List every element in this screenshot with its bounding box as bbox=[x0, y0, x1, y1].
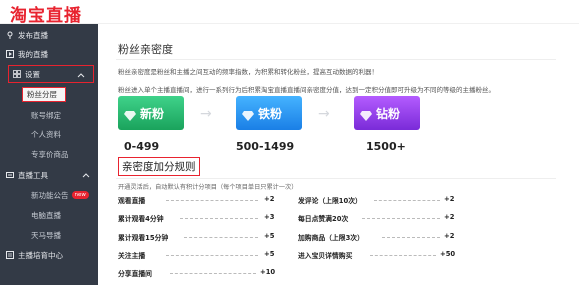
rule-points: +2 bbox=[264, 195, 275, 203]
page-title: 粉丝亲密度 bbox=[118, 43, 173, 56]
level-name: 新粉 bbox=[140, 106, 165, 121]
rule-points: +2 bbox=[444, 232, 455, 240]
dotted-leader bbox=[370, 255, 436, 256]
sidebar-item-label: 粉丝分层 bbox=[27, 90, 57, 99]
divider bbox=[116, 178, 556, 179]
level-card-diamond-fan: 钻粉 bbox=[354, 96, 420, 130]
rule-label: 加购商品（上限3次） bbox=[298, 234, 364, 242]
rule-row: 分享直播间 +10 bbox=[118, 268, 282, 278]
rule-label: 进入宝贝详情购买 bbox=[298, 252, 353, 260]
sidebar-item-pc-live[interactable]: 电脑直播 bbox=[0, 206, 98, 224]
sidebar-item-label: 专享价商品 bbox=[31, 149, 69, 159]
sidebar-item-my-live[interactable]: 我的直播 bbox=[0, 45, 98, 63]
sidebar-item-label: 新功能公告 bbox=[31, 190, 69, 200]
diamond-icon bbox=[124, 107, 136, 121]
sidebar-item-tianma-director[interactable]: 天马导播 bbox=[0, 226, 98, 244]
live-icon bbox=[6, 50, 14, 58]
grid-icon bbox=[13, 70, 21, 78]
level-range: 500-1499 bbox=[236, 140, 295, 153]
dotted-leader bbox=[184, 237, 258, 238]
rule-points: +10 bbox=[260, 268, 276, 276]
new-badge: new bbox=[71, 191, 89, 199]
rule-row: 累计观看4分钟 +3 bbox=[118, 213, 278, 223]
sidebar-item-label: 直播工具 bbox=[18, 170, 48, 180]
rule-label: 累计观看4分钟 bbox=[118, 215, 164, 223]
rule-label: 关注主播 bbox=[118, 252, 146, 260]
level-explanation: 粉丝进入单个主播直播间，进行一系列行为后积累淘宝直播直播间亲密度分值，达到一定积… bbox=[118, 86, 495, 94]
rule-points: +3 bbox=[264, 213, 275, 221]
intro-text: 粉丝亲密度是粉丝和主播之间互动的频率指数，为积累和转化粉丝，提高互动数据的利器！ bbox=[118, 68, 378, 76]
dotted-leader bbox=[382, 237, 440, 238]
sidebar-item-label: 电脑直播 bbox=[31, 210, 61, 220]
chevron-up-icon bbox=[82, 171, 90, 179]
level-card-iron-fan: 铁粉 bbox=[236, 96, 302, 130]
sidebar-item-settings[interactable]: 设置 bbox=[8, 65, 94, 83]
level-name: 铁粉 bbox=[258, 106, 283, 121]
rule-row: 关注主播 +5 bbox=[118, 250, 278, 260]
level-range: 0-499 bbox=[124, 140, 160, 153]
sidebar: 发布直播 我的直播 设置 粉丝分层 账号绑定 个人资料 专享价商品 直播工具 新… bbox=[0, 24, 98, 285]
sidebar-item-account-binding[interactable]: 账号绑定 bbox=[0, 106, 98, 124]
arrow-right-icon: → bbox=[200, 106, 212, 122]
rules-description: 开通灵活后，自动默认有积计分项目（每个项目单日只累计一次） bbox=[118, 184, 298, 191]
sidebar-item-publish-live[interactable]: 发布直播 bbox=[0, 26, 98, 44]
rule-label: 发评论（上限10次） bbox=[298, 197, 362, 205]
rule-points: +2 bbox=[444, 195, 455, 203]
sidebar-item-exclusive-products[interactable]: 专享价商品 bbox=[0, 145, 98, 163]
dotted-leader bbox=[362, 218, 440, 219]
rule-row: 发评论（上限10次） +2 bbox=[298, 195, 458, 205]
rule-label: 分享直播间 bbox=[118, 270, 152, 278]
sidebar-item-label: 主播培育中心 bbox=[18, 250, 63, 260]
level-card-new-fan: 新粉 bbox=[118, 96, 184, 130]
dotted-leader bbox=[166, 200, 258, 201]
sidebar-item-label: 天马导播 bbox=[31, 230, 61, 240]
broadcast-icon bbox=[6, 31, 14, 39]
chevron-up-icon bbox=[77, 71, 85, 79]
arrow-right-icon: → bbox=[318, 106, 330, 122]
training-icon bbox=[6, 251, 14, 259]
sidebar-item-new-features[interactable]: 新功能公告 new bbox=[0, 186, 98, 204]
rule-row: 加购商品（上限3次） +2 bbox=[298, 232, 458, 242]
rule-points: +5 bbox=[264, 250, 275, 258]
diamond-icon bbox=[360, 107, 372, 121]
rule-label: 累计观看15分钟 bbox=[118, 234, 169, 242]
divider bbox=[116, 59, 556, 60]
top-header: 淘宝直播 bbox=[0, 0, 579, 26]
main-content: 粉丝亲密度 粉丝亲密度是粉丝和主播之间互动的频率指数，为积累和转化粉丝，提高互动… bbox=[108, 24, 579, 285]
dotted-leader bbox=[374, 200, 440, 201]
level-name: 钻粉 bbox=[376, 106, 401, 121]
rule-row: 累计观看15分钟 +5 bbox=[118, 232, 278, 242]
sidebar-item-label: 账号绑定 bbox=[31, 110, 61, 120]
rule-row: 进入宝贝详情购买 +50 bbox=[298, 250, 462, 260]
rule-points: +5 bbox=[264, 232, 275, 240]
dotted-leader bbox=[180, 218, 258, 219]
tools-icon bbox=[6, 171, 14, 179]
sidebar-item-label: 设置 bbox=[25, 69, 40, 79]
rule-label: 每日点赞满20次 bbox=[298, 215, 349, 223]
dotted-leader bbox=[166, 255, 258, 256]
rule-points: +50 bbox=[440, 250, 456, 258]
rules-section-title: 亲密度加分规则 bbox=[118, 157, 200, 176]
sidebar-item-live-tools[interactable]: 直播工具 bbox=[0, 166, 98, 184]
sidebar-item-profile[interactable]: 个人资料 bbox=[0, 125, 98, 143]
rule-points: +2 bbox=[444, 213, 455, 221]
sidebar-item-fans-tiers[interactable]: 粉丝分层 bbox=[22, 87, 66, 102]
taobao-live-logo[interactable]: 淘宝直播 bbox=[10, 1, 82, 26]
rule-row: 每日点赞满20次 +2 bbox=[298, 213, 458, 223]
sidebar-item-training-center[interactable]: 主播培育中心 bbox=[0, 246, 98, 264]
dotted-leader bbox=[170, 273, 256, 274]
rule-row: 观看直播 +2 bbox=[118, 195, 278, 205]
sidebar-item-label: 发布直播 bbox=[18, 30, 48, 40]
level-range: 1500+ bbox=[366, 140, 406, 153]
sidebar-item-label: 个人资料 bbox=[31, 129, 61, 139]
rule-label: 观看直播 bbox=[118, 197, 146, 205]
diamond-icon bbox=[242, 107, 254, 121]
sidebar-item-label: 我的直播 bbox=[18, 49, 48, 59]
